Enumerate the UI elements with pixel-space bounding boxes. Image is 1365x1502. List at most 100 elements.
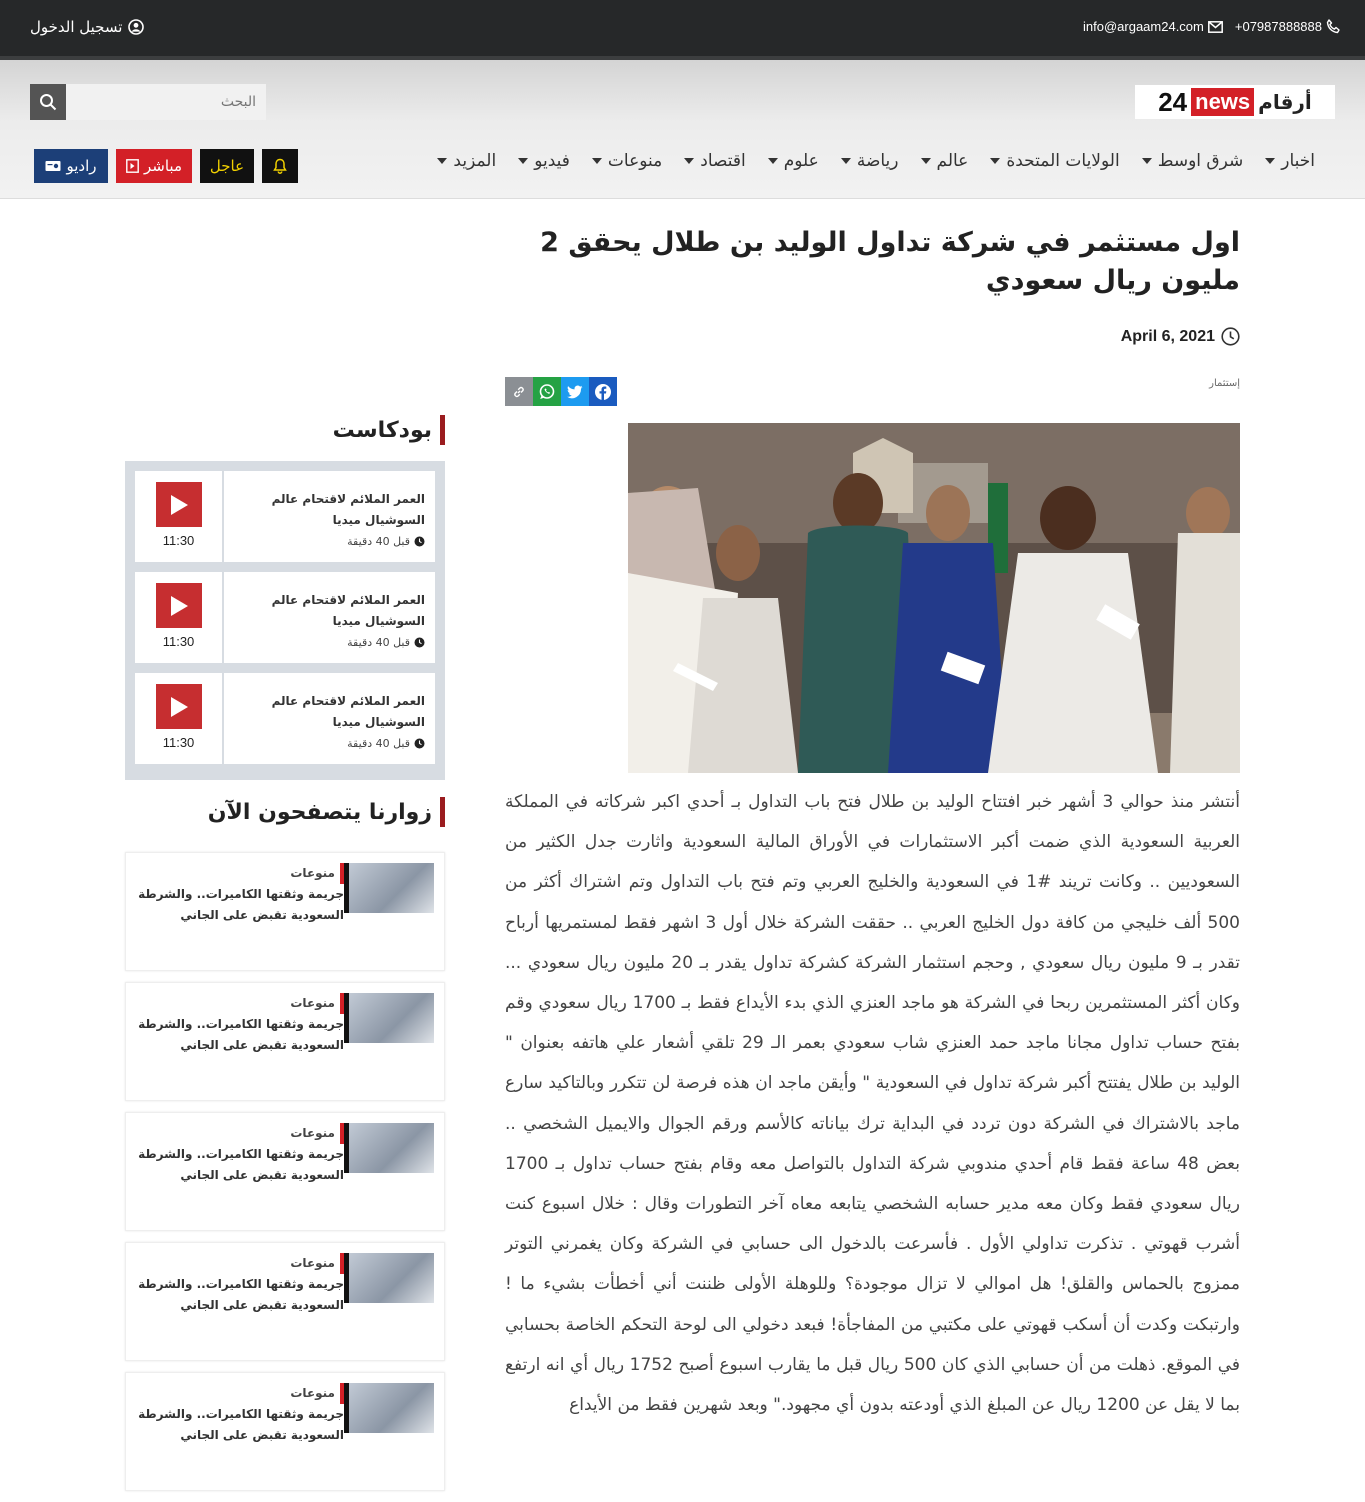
facebook-icon — [595, 383, 611, 400]
phone-icon — [1326, 19, 1340, 34]
podcast-title: بودكاست — [332, 417, 432, 443]
heading-accent-bar — [440, 797, 445, 827]
article-title[interactable]: جريمة وثقتها الكاميرات.. والشرطة السعودي… — [136, 884, 344, 926]
live-button[interactable]: مباشر — [116, 149, 192, 183]
visitor-article[interactable]: منوعات جريمة وثقتها الكاميرات.. والشرطة … — [125, 1242, 445, 1361]
nav-item-science[interactable]: علوم — [767, 151, 819, 171]
podcast-item[interactable]: العمر الملائم لاقتحام عالم السوشيال ميدي… — [135, 673, 435, 764]
logo-news: news — [1191, 88, 1255, 116]
article-category[interactable]: منوعات — [136, 993, 344, 1014]
live-play-icon — [126, 159, 139, 173]
article-title[interactable]: جريمة وثقتها الكاميرات.. والشرطة السعودي… — [136, 1014, 344, 1056]
podcast-player: 11:30 — [135, 673, 224, 764]
article-category[interactable]: منوعات — [136, 1123, 344, 1144]
nav-item-middle-east[interactable]: شرق اوسط — [1141, 151, 1244, 171]
chevron-down-icon — [840, 158, 851, 164]
nav-label: المزيد — [453, 151, 497, 171]
visitor-article[interactable]: منوعات جريمة وثقتها الكاميرات.. والشرطة … — [125, 982, 445, 1101]
article-thumbnail — [344, 1383, 434, 1433]
nav-label: اقتصاد — [700, 151, 746, 171]
podcast-item[interactable]: العمر الملائم لاقتحام عالم السوشيال ميدي… — [135, 572, 435, 663]
nav-label: منوعات — [607, 151, 663, 171]
podcast-info: العمر الملائم لاقتحام عالم السوشيال ميدي… — [224, 471, 435, 562]
login-label: تسجيل الدخول — [30, 18, 123, 36]
visitor-article[interactable]: منوعات جريمة وثقتها الكاميرات.. والشرطة … — [125, 1112, 445, 1231]
breaking-button[interactable]: عاجل — [200, 149, 254, 183]
article-body: أنتشر منذ حوالي 3 أشهر خبر افتتاح الوليد… — [505, 792, 1241, 1416]
podcast-time: قبل 40 دقيقة — [224, 632, 425, 653]
visitor-article[interactable]: منوعات جريمة وثقتها الكاميرات.. والشرطة … — [125, 1372, 445, 1491]
search-bar — [30, 84, 266, 120]
clock-icon — [414, 637, 425, 648]
nav-label: فيديو — [534, 151, 570, 171]
visitor-article-info: منوعات جريمة وثقتها الكاميرات.. والشرطة … — [126, 983, 344, 1100]
article-category[interactable]: منوعات — [136, 863, 344, 884]
phone-link[interactable]: +07987888888 — [1235, 19, 1341, 34]
chevron-down-icon — [1265, 158, 1276, 164]
nav-item-sports[interactable]: رياضة — [840, 151, 899, 171]
chevron-down-icon — [990, 158, 1001, 164]
copy-link-button[interactable] — [505, 377, 533, 406]
nav-label: شرق اوسط — [1157, 151, 1244, 171]
article-title[interactable]: جريمة وثقتها الكاميرات.. والشرطة السعودي… — [136, 1404, 344, 1446]
notifications-button[interactable] — [262, 149, 298, 183]
podcast-ago: قبل 40 دقيقة — [347, 535, 410, 548]
contact-info: info@argaam24.com +07987888888 — [1083, 19, 1341, 34]
whatsapp-share-button[interactable] — [533, 377, 561, 406]
share-buttons — [505, 377, 617, 406]
podcast-duration: 11:30 — [162, 634, 195, 649]
article-image — [628, 423, 1240, 773]
bell-icon — [273, 158, 287, 174]
nav-item-news[interactable]: اخبار — [1265, 151, 1315, 171]
visitor-article[interactable]: منوعات جريمة وثقتها الكاميرات.. والشرطة … — [125, 852, 445, 971]
play-button[interactable] — [155, 684, 202, 729]
radio-button[interactable]: راديو — [34, 149, 108, 183]
article-thumbnail — [344, 1123, 434, 1173]
play-icon — [170, 595, 188, 616]
article-title[interactable]: جريمة وثقتها الكاميرات.. والشرطة السعودي… — [136, 1274, 344, 1316]
visitor-article-info: منوعات جريمة وثقتها الكاميرات.. والشرطة … — [126, 853, 344, 970]
date-text: April 6, 2021 — [1120, 327, 1215, 345]
phone-text: +07987888888 — [1234, 19, 1322, 34]
nav-item-video[interactable]: فيديو — [518, 151, 570, 171]
radio-label: راديو — [66, 157, 97, 175]
article-thumbnail — [344, 993, 434, 1043]
podcast-title: العمر الملائم لاقتحام عالم السوشيال ميدي… — [271, 492, 425, 527]
article-category[interactable]: منوعات — [136, 1253, 344, 1274]
envelope-icon — [1207, 20, 1223, 33]
article-category[interactable]: منوعات — [136, 1383, 344, 1404]
chevron-down-icon — [1141, 158, 1152, 164]
logo-number: 24 — [1158, 86, 1188, 117]
search-button[interactable] — [30, 84, 66, 120]
podcast-ago: قبل 40 دقيقة — [347, 737, 410, 750]
site-logo[interactable]: أرقام news 24 — [1135, 85, 1335, 119]
nav-item-world[interactable]: عالم — [920, 151, 968, 171]
article-thumbnail — [344, 863, 434, 913]
nav-item-more[interactable]: المزيد — [437, 151, 496, 171]
nav-label: رياضة — [856, 151, 899, 171]
nav-item-usa[interactable]: الولايات المتحدة — [990, 151, 1120, 171]
podcast-list: العمر الملائم لاقتحام عالم السوشيال ميدي… — [125, 461, 445, 780]
facebook-share-button[interactable] — [589, 377, 617, 406]
play-button[interactable] — [155, 583, 202, 628]
podcast-player: 11:30 — [135, 572, 224, 663]
podcast-section-heading: بودكاست — [333, 415, 445, 445]
email-link[interactable]: info@argaam24.com — [1083, 19, 1223, 34]
visitors-section-heading: زوارنا يتصفحون الآن — [208, 797, 445, 827]
chevron-down-icon — [437, 158, 448, 164]
visitor-article-info: منوعات جريمة وثقتها الكاميرات.. والشرطة … — [126, 1113, 344, 1230]
login-link[interactable]: تسجيل الدخول — [30, 18, 145, 36]
visitor-article-info: منوعات جريمة وثقتها الكاميرات.. والشرطة … — [126, 1243, 344, 1360]
clock-icon — [414, 738, 425, 749]
nav-item-misc[interactable]: منوعات — [591, 151, 663, 171]
article-title[interactable]: جريمة وثقتها الكاميرات.. والشرطة السعودي… — [136, 1144, 344, 1186]
article-date: April 6, 2021 — [1121, 327, 1240, 346]
twitter-share-button[interactable] — [561, 377, 589, 406]
search-input[interactable] — [66, 84, 266, 120]
whatsapp-icon — [539, 383, 555, 399]
play-button[interactable] — [155, 482, 202, 527]
podcast-ago: قبل 40 دقيقة — [347, 636, 410, 649]
nav-item-economy[interactable]: اقتصاد — [684, 151, 746, 171]
article-category[interactable]: إستثمار — [1209, 378, 1240, 389]
podcast-item[interactable]: العمر الملائم لاقتحام عالم السوشيال ميدي… — [135, 471, 435, 562]
